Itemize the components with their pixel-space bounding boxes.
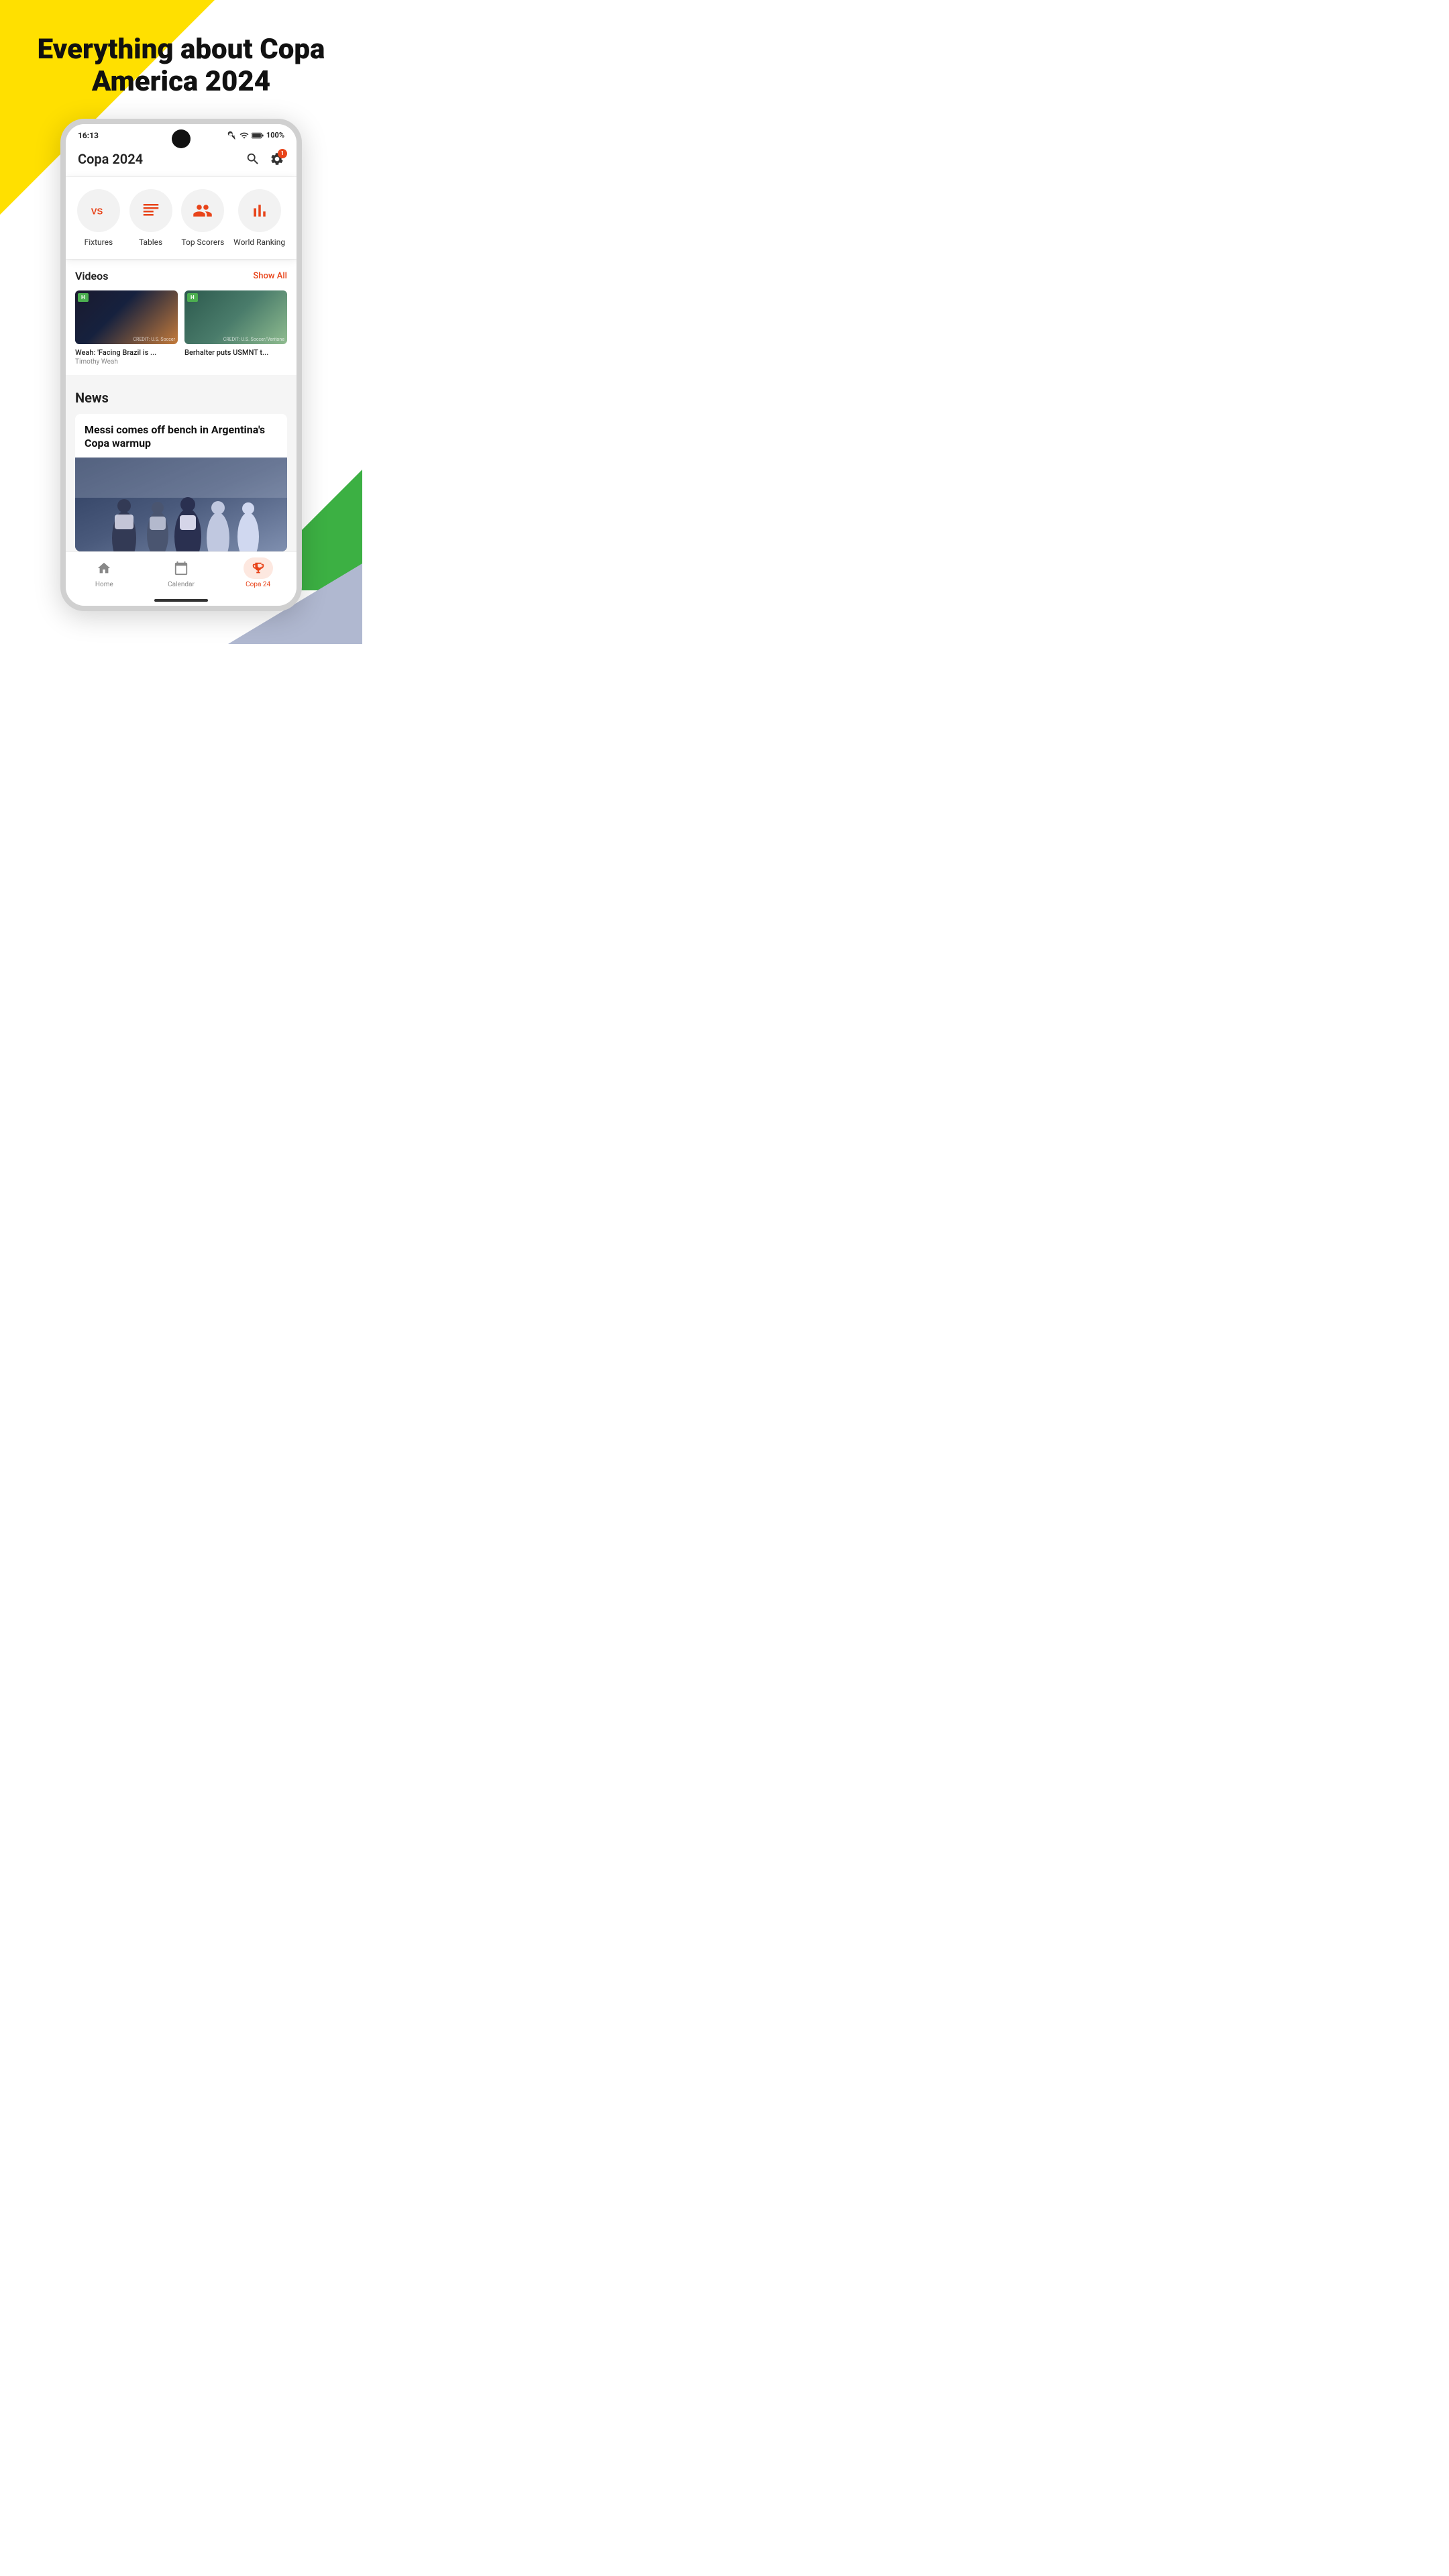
ranking-label: World Ranking bbox=[233, 237, 285, 247]
video-overlay-2: H bbox=[184, 290, 287, 344]
status-bar: 16:13 100% bbox=[66, 124, 297, 144]
trophy-icon bbox=[251, 561, 266, 576]
status-right-icons: 100% bbox=[227, 131, 284, 140]
home-bar bbox=[154, 599, 208, 602]
nav-item-tables[interactable]: Tables bbox=[129, 189, 172, 247]
bottom-nav-home[interactable]: Home bbox=[66, 557, 143, 588]
fixtures-label: Fixtures bbox=[85, 237, 113, 247]
scorers-label: Top Scorers bbox=[181, 237, 224, 247]
video-title-1: Weah: 'Facing Brazil is ... bbox=[75, 348, 178, 357]
calendar-icon bbox=[174, 561, 189, 576]
tables-label: Tables bbox=[139, 237, 162, 247]
wifi-icon bbox=[239, 131, 249, 140]
video-overlay-1: H bbox=[75, 290, 178, 344]
home-label: Home bbox=[95, 581, 113, 588]
search-button[interactable] bbox=[246, 152, 260, 166]
header-icons: 1 bbox=[246, 152, 284, 166]
video-thumb-2: H CREDIT: U.S. Soccer/Veritone bbox=[184, 290, 287, 344]
vs-icon: VS bbox=[89, 201, 109, 221]
battery-icon bbox=[252, 131, 264, 140]
key-icon bbox=[227, 131, 237, 140]
bottom-nav: Home Calendar Copa 24 bbox=[66, 551, 297, 595]
svg-text:VS: VS bbox=[91, 206, 103, 216]
phone-screen: 16:13 100% Copa 2024 bbox=[60, 119, 302, 612]
app-title: Copa 2024 bbox=[78, 151, 143, 167]
video-card-2[interactable]: H CREDIT: U.S. Soccer/Veritone Berhalter… bbox=[184, 290, 287, 366]
hero-section: Everything about Copa America 2024 bbox=[0, 0, 362, 119]
battery-percent: 100% bbox=[266, 131, 284, 140]
tables-icon-circle bbox=[129, 189, 172, 232]
copa24-icon-wrap bbox=[244, 557, 273, 579]
news-image-svg bbox=[75, 458, 287, 551]
copa24-label: Copa 24 bbox=[246, 581, 270, 588]
nav-item-top-scorers[interactable]: Top Scorers bbox=[181, 189, 224, 247]
calendar-icon-wrap bbox=[166, 557, 196, 579]
home-indicator bbox=[66, 595, 297, 606]
video-card-1[interactable]: H CREDIT: U.S. Soccer Weah: 'Facing Braz… bbox=[75, 290, 178, 366]
video-subtitle-1: Timothy Weah bbox=[75, 358, 178, 366]
nav-item-fixtures[interactable]: VS Fixtures bbox=[77, 189, 120, 247]
videos-header: Videos Show All bbox=[75, 270, 287, 282]
nav-menu-card: VS Fixtures Tables T bbox=[66, 177, 297, 259]
credit-1: CREDIT: U.S. Soccer bbox=[133, 337, 175, 342]
home-icon bbox=[97, 561, 111, 576]
bottom-nav-copa24[interactable]: Copa 24 bbox=[219, 557, 297, 588]
app-header: Copa 2024 1 bbox=[66, 144, 297, 177]
status-time: 16:13 bbox=[78, 131, 99, 140]
video-row: H CREDIT: U.S. Soccer Weah: 'Facing Braz… bbox=[75, 290, 287, 366]
settings-button[interactable]: 1 bbox=[270, 152, 284, 166]
news-image bbox=[75, 458, 287, 551]
video-badge-1: H bbox=[78, 293, 89, 302]
videos-section: Videos Show All H CREDIT: U.S. Soccer We… bbox=[66, 260, 297, 375]
notification-badge: 1 bbox=[278, 149, 287, 158]
fixtures-icon-circle: VS bbox=[77, 189, 120, 232]
news-section-title: News bbox=[75, 390, 287, 406]
video-title-2: Berhalter puts USMNT t... bbox=[184, 348, 287, 357]
scorers-icon-circle bbox=[181, 189, 224, 232]
scorers-icon bbox=[193, 201, 213, 221]
credit-2: CREDIT: U.S. Soccer/Veritone bbox=[223, 337, 284, 342]
news-card-featured[interactable]: Messi comes off bench in Argentina's Cop… bbox=[75, 414, 287, 552]
bottom-nav-calendar[interactable]: Calendar bbox=[143, 557, 220, 588]
hero-title: Everything about Copa America 2024 bbox=[20, 34, 342, 99]
nav-item-world-ranking[interactable]: World Ranking bbox=[233, 189, 285, 247]
show-all-button[interactable]: Show All bbox=[253, 271, 287, 281]
news-headline: Messi comes off bench in Argentina's Cop… bbox=[75, 414, 287, 458]
ranking-icon-circle bbox=[238, 189, 281, 232]
phone-frame: 16:13 100% Copa 2024 bbox=[0, 119, 362, 612]
camera-notch bbox=[172, 129, 191, 148]
tables-icon bbox=[141, 201, 161, 221]
news-section: News Messi comes off bench in Argentina'… bbox=[66, 380, 297, 552]
content-area: Videos Show All H CREDIT: U.S. Soccer We… bbox=[66, 260, 297, 552]
video-badge-2: H bbox=[187, 293, 198, 302]
video-thumb-1: H CREDIT: U.S. Soccer bbox=[75, 290, 178, 344]
videos-title: Videos bbox=[75, 270, 108, 282]
home-icon-wrap bbox=[89, 557, 119, 579]
calendar-label: Calendar bbox=[168, 581, 195, 588]
ranking-icon bbox=[250, 201, 270, 221]
